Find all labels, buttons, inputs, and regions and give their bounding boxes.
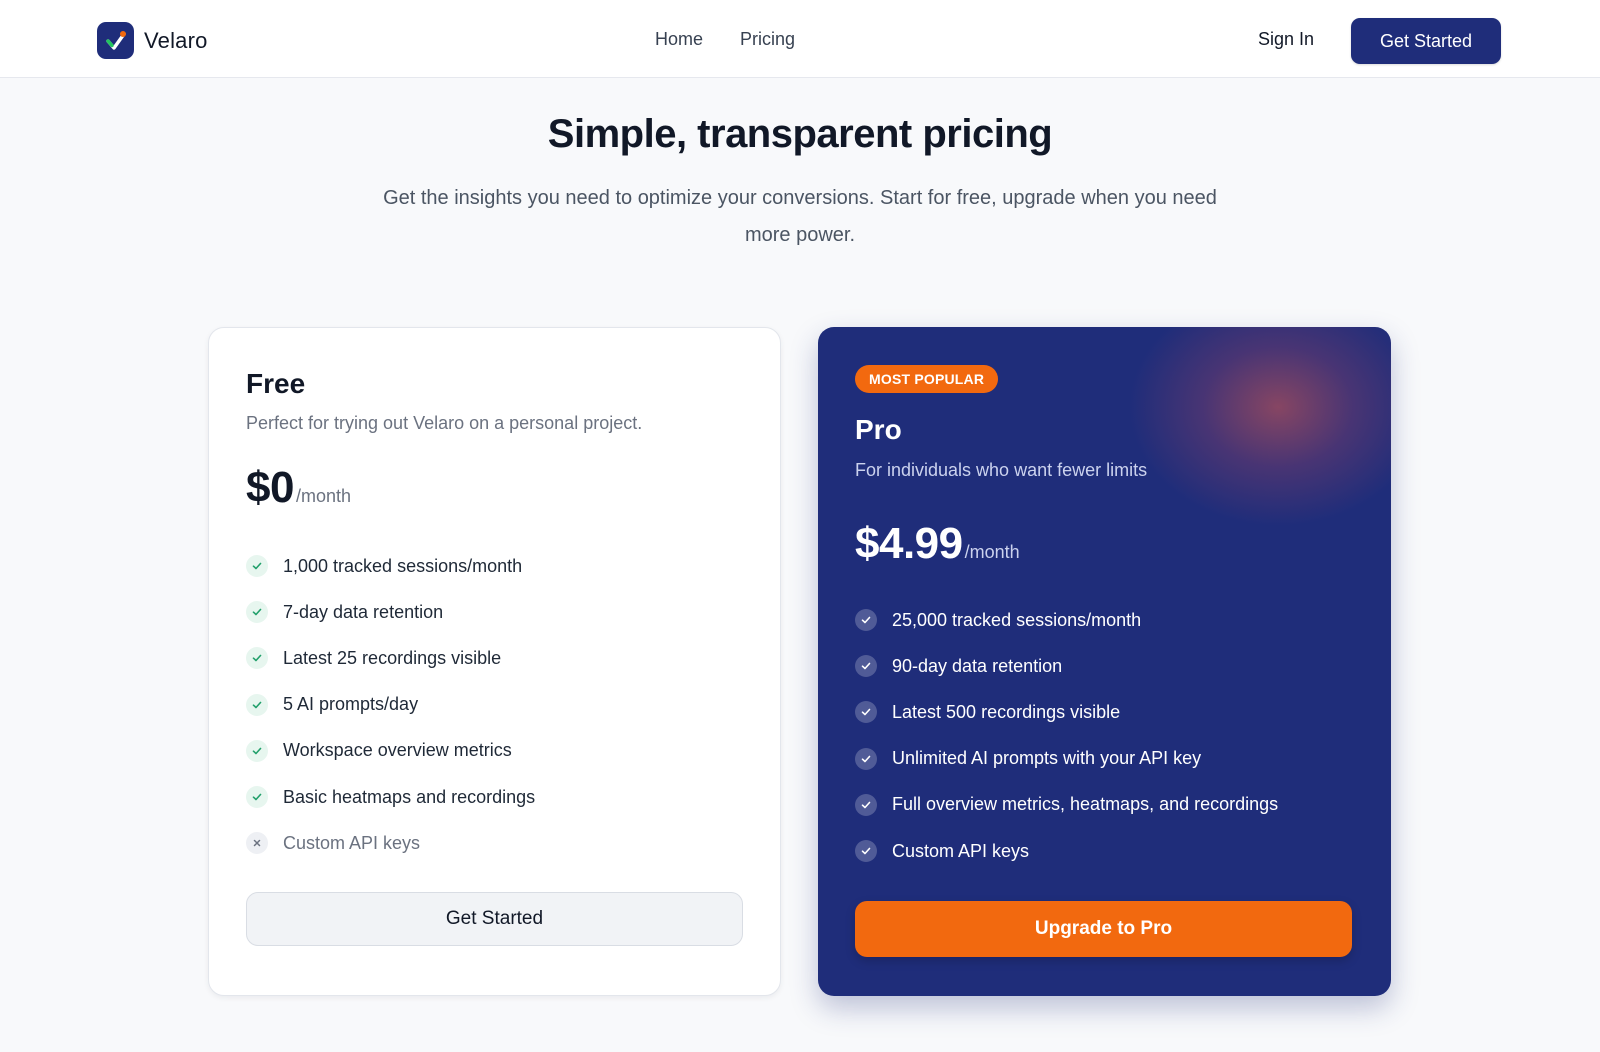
sign-in-link[interactable]: Sign In (1258, 29, 1314, 50)
feature-label: 1,000 tracked sessions/month (283, 555, 523, 576)
check-icon (246, 786, 268, 809)
page-title: Simple, transparent pricing (547, 112, 1053, 156)
feature-item: 7-day data retention (246, 589, 535, 635)
check-icon (855, 701, 877, 724)
check-icon (246, 739, 268, 762)
brand[interactable]: Velaro (97, 22, 208, 59)
velaro-logo-icon (97, 22, 134, 59)
top-nav-bar: Velaro Home Pricing Sign In Get Started (0, 0, 1600, 78)
feature-label: Custom API keys (892, 840, 1030, 861)
nav-home-link[interactable]: Home (655, 29, 703, 50)
feature-item-unavailable: Custom API keys (246, 820, 535, 866)
plan-price: $4.99 /month (855, 519, 1020, 569)
main-nav: Home Pricing (655, 29, 795, 50)
most-popular-badge: MOST POPULAR (855, 365, 999, 393)
page-subtitle: Get the insights you need to optimize yo… (383, 187, 1217, 246)
plan-price: $0 /month (246, 463, 351, 513)
feature-item: Latest 500 recordings visible (855, 689, 1278, 735)
check-icon (855, 747, 877, 770)
check-icon (855, 840, 877, 863)
feature-item: 5 AI prompts/day (246, 682, 535, 728)
check-icon (246, 693, 268, 716)
check-icon (246, 647, 268, 670)
plan-name: Pro (855, 414, 902, 445)
feature-item: Custom API keys (855, 828, 1278, 874)
price-amount: $4.99 (855, 519, 963, 568)
feature-label: Unlimited AI prompts with your API key (892, 748, 1202, 769)
feature-label: 90-day data retention (892, 655, 1063, 676)
feature-list: 25,000 tracked sessions/month 90-day dat… (855, 597, 1278, 874)
feature-item: Workspace overview metrics (246, 728, 535, 774)
check-icon (246, 555, 268, 578)
feature-label: Workspace overview metrics (283, 740, 512, 761)
check-icon (855, 609, 877, 632)
feature-item: Unlimited AI prompts with your API key (855, 736, 1278, 782)
price-period: /month (964, 542, 1020, 562)
feature-label: 7-day data retention (283, 601, 444, 622)
feature-label: Basic heatmaps and recordings (283, 786, 536, 807)
header-get-started-button[interactable]: Get Started (1351, 18, 1501, 64)
x-icon (246, 832, 268, 855)
nav-pricing-link[interactable]: Pricing (740, 29, 795, 50)
plan-description: For individuals who want fewer limits (855, 460, 1148, 480)
pro-plan-card: MOST POPULAR Pro For individuals who wan… (818, 327, 1391, 996)
upgrade-to-pro-button[interactable]: Upgrade to Pro (855, 901, 1352, 957)
check-icon (855, 793, 877, 816)
feature-item: 90-day data retention (855, 643, 1278, 689)
brand-name: Velaro (144, 27, 208, 53)
plan-description: Perfect for trying out Velaro on a perso… (246, 413, 643, 433)
check-icon (855, 655, 877, 678)
feature-item: Latest 25 recordings visible (246, 635, 535, 681)
check-icon (246, 601, 268, 624)
decorative-glow (1128, 327, 1391, 527)
feature-label: Custom API keys (283, 832, 421, 853)
plan-name: Free (246, 368, 306, 399)
feature-label: 5 AI prompts/day (283, 694, 419, 715)
feature-label: 25,000 tracked sessions/month (892, 609, 1142, 630)
feature-item: 1,000 tracked sessions/month (246, 543, 535, 589)
feature-item: Full overview metrics, heatmaps, and rec… (855, 782, 1278, 828)
free-plan-card: Free Perfect for trying out Velaro on a … (208, 327, 781, 996)
free-get-started-button[interactable]: Get Started (246, 892, 743, 946)
feature-item: Basic heatmaps and recordings (246, 774, 535, 820)
feature-label: Latest 500 recordings visible (892, 701, 1121, 722)
feature-list: 1,000 tracked sessions/month 7-day data … (246, 543, 535, 866)
price-amount: $0 (246, 463, 294, 512)
feature-item: 25,000 tracked sessions/month (855, 597, 1278, 643)
price-period: /month (295, 486, 351, 506)
feature-label: Full overview metrics, heatmaps, and rec… (892, 794, 1279, 815)
feature-label: Latest 25 recordings visible (283, 647, 502, 668)
